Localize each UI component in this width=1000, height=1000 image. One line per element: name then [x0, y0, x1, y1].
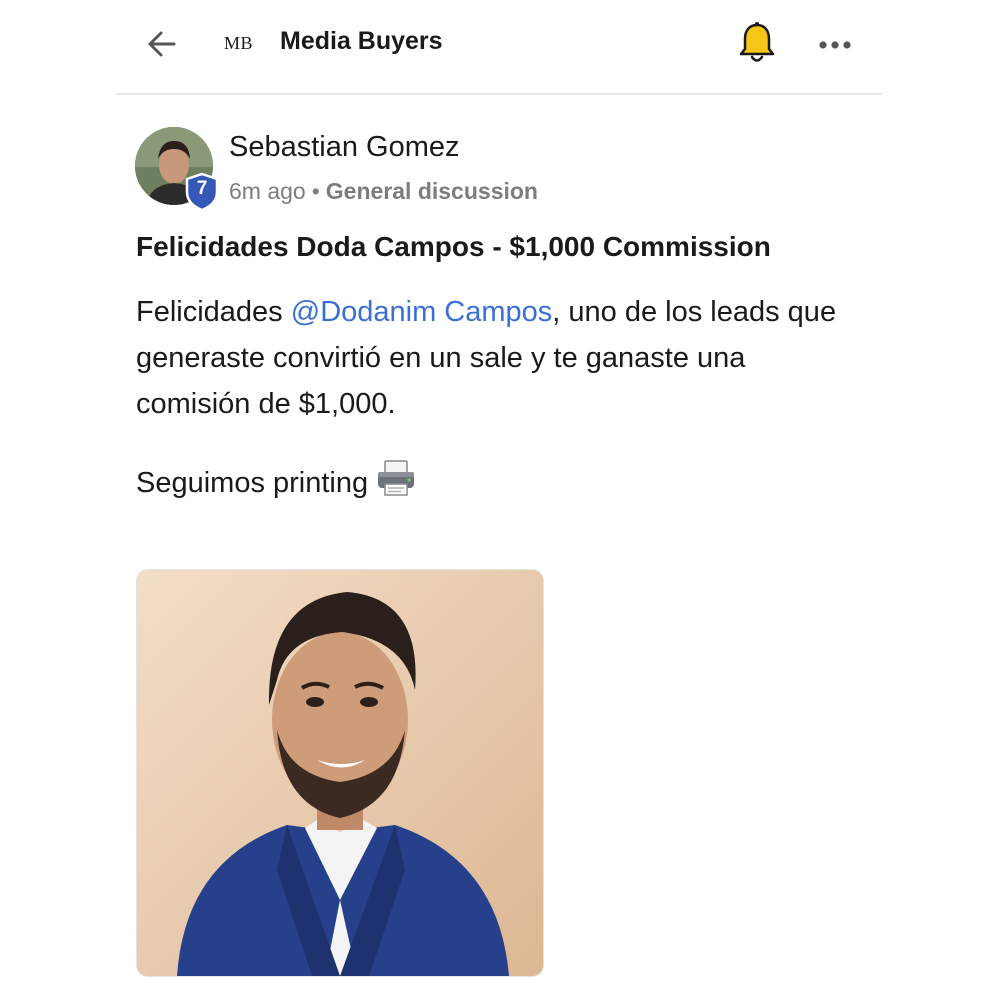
body-text-start: Felicidades: [136, 296, 291, 328]
bell-icon: [739, 22, 775, 62]
post-time: 6m ago: [229, 178, 306, 204]
post-image-attachment[interactable]: [136, 569, 544, 977]
post-meta: 6m ago • General discussion: [229, 178, 538, 205]
level-number: 7: [196, 178, 208, 199]
group-logo[interactable]: MB: [224, 33, 253, 54]
post-category[interactable]: General discussion: [326, 178, 538, 204]
meta-separator: •: [311, 178, 320, 204]
more-horizontal-icon: [819, 41, 851, 49]
closing-text: Seguimos printing: [136, 467, 369, 499]
back-button[interactable]: [144, 26, 180, 62]
arrow-left-icon: [148, 31, 176, 57]
post-closing-line: Seguimos printing: [136, 460, 416, 510]
post-screen: MB Media Buyers 7 Sebastian Gomez 6m ago…: [0, 0, 1000, 1000]
portrait-photo: [137, 570, 543, 976]
author-name[interactable]: Sebastian Gomez: [229, 131, 460, 164]
user-mention-link[interactable]: @Dodanim Campos: [291, 296, 553, 328]
group-header: MB Media Buyers: [116, 0, 882, 95]
more-options-button[interactable]: [816, 30, 856, 60]
group-title[interactable]: Media Buyers: [280, 27, 443, 56]
notifications-button[interactable]: [738, 20, 776, 66]
level-badge: 7: [184, 172, 220, 212]
post-body: Felicidades @Dodanim Campos, uno de los …: [136, 289, 866, 427]
printer-icon: [376, 460, 416, 510]
post-title: Felicidades Doda Campos - $1,000 Commiss…: [136, 231, 771, 262]
